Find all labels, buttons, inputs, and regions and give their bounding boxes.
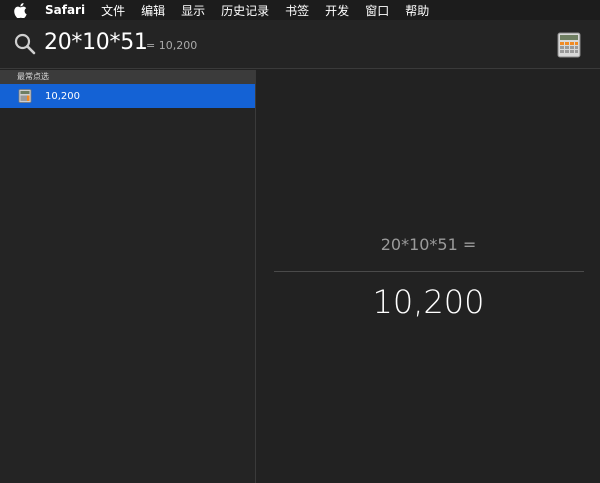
section-header-top-hits: 最常点选 <box>0 70 255 84</box>
menu-file[interactable]: 文件 <box>101 2 125 19</box>
result-row-selected[interactable]: 10,200 <box>0 84 255 108</box>
calculator-icon <box>18 89 32 103</box>
menu-bookmarks[interactable]: 书签 <box>285 2 309 19</box>
inline-result: = 10,200 <box>146 39 198 52</box>
result-label: 10,200 <box>45 90 80 102</box>
magnifier-icon <box>13 32 37 56</box>
menu-develop[interactable]: 开发 <box>325 2 349 19</box>
divider <box>274 271 584 272</box>
menu-view[interactable]: 显示 <box>181 2 205 19</box>
menu-bar: Safari 文件 编辑 显示 历史记录 书签 开发 窗口 帮助 <box>0 0 600 20</box>
menu-window[interactable]: 窗口 <box>365 2 389 19</box>
search-input[interactable]: 20*10*51 <box>44 30 148 55</box>
menu-edit[interactable]: 编辑 <box>141 2 165 19</box>
calc-answer: 10,200 <box>372 283 485 321</box>
preview-pane: 20*10*51 = 10,200 <box>257 70 600 483</box>
results-sidebar: 最常点选 10,200 <box>0 70 256 483</box>
menu-history[interactable]: 历史记录 <box>221 2 269 19</box>
menu-help[interactable]: 帮助 <box>405 2 429 19</box>
apple-icon[interactable] <box>14 2 28 18</box>
calc-expression: 20*10*51 = <box>380 235 477 254</box>
spotlight-search-bar: 20*10*51 = 10,200 <box>0 20 600 69</box>
calculator-icon <box>557 32 581 58</box>
menu-safari[interactable]: Safari <box>45 3 85 17</box>
